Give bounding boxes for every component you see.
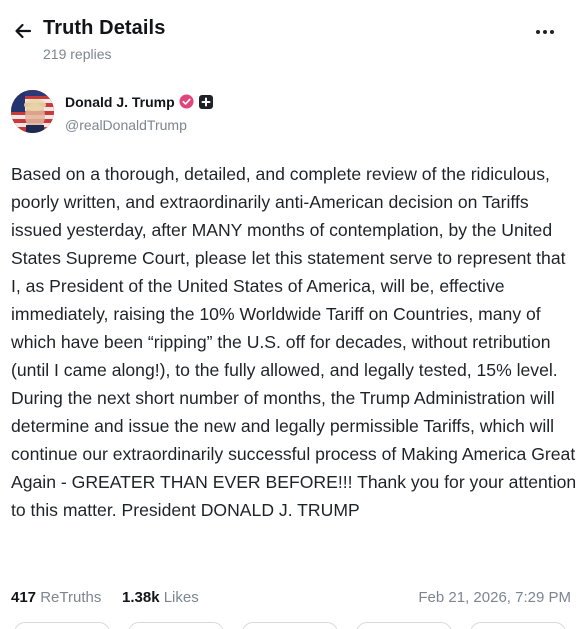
like-action-button[interactable] <box>242 622 338 629</box>
post-stats: 417 ReTruths 1.38k Likes Feb 21, 2026, 7… <box>11 589 571 611</box>
post-timestamp: Feb 21, 2026, 7:29 PM <box>418 589 571 606</box>
reply-count: 219 replies <box>43 46 112 62</box>
retruths-label: ReTruths <box>40 589 102 606</box>
more-action-button[interactable] <box>470 622 566 629</box>
likes-count: 1.38k <box>122 589 160 606</box>
arrow-left-icon <box>15 23 32 39</box>
truth-details-page: Truth Details 219 replies Donald J. Trum… <box>0 0 588 629</box>
more-options-button[interactable] <box>530 22 560 42</box>
post-body: Based on a thorough, detailed, and compl… <box>11 164 577 520</box>
share-action-button[interactable] <box>356 622 452 629</box>
retruths-count: 417 <box>11 589 37 606</box>
more-horizontal-icon <box>536 30 540 34</box>
plus-badge-icon <box>199 95 213 109</box>
likes-label: Likes <box>163 589 199 606</box>
reply-action-button[interactable] <box>14 622 110 629</box>
author-name[interactable]: Donald J. Trump <box>65 94 175 110</box>
back-button[interactable] <box>10 18 36 44</box>
verified-badge-icon <box>179 94 194 109</box>
avatar-image <box>11 90 54 133</box>
header: Truth Details 219 replies <box>0 0 588 72</box>
retruths-stat[interactable]: 417 ReTruths <box>11 589 101 606</box>
likes-stat[interactable]: 1.38k Likes <box>122 589 199 606</box>
avatar[interactable] <box>11 90 54 133</box>
author-handle[interactable]: @realDonaldTrump <box>65 117 187 133</box>
retruth-action-button[interactable] <box>128 622 224 629</box>
page-title: Truth Details <box>43 17 166 39</box>
